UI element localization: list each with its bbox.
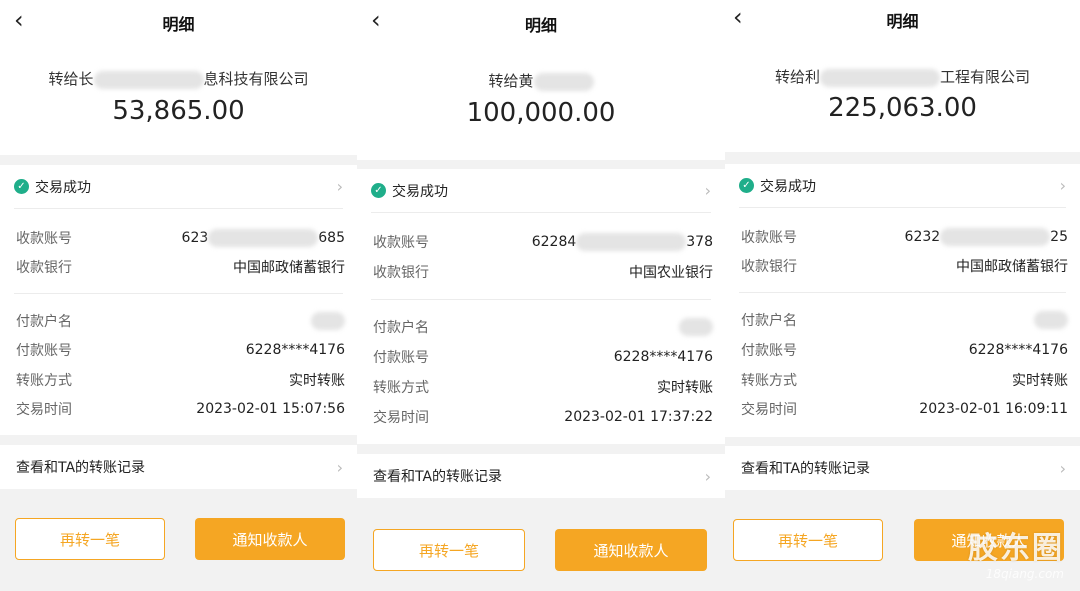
chevron-right-icon: › bbox=[1059, 176, 1066, 195]
page-title: 明细 bbox=[162, 15, 195, 34]
transfer-amount: 225,063.00 bbox=[828, 93, 977, 123]
notify-payee-button[interactable]: 通知收款人 bbox=[555, 529, 707, 571]
summary: 转给利 工程有限公司 225,063.00 bbox=[725, 38, 1080, 152]
page-title: 明细 bbox=[886, 12, 919, 31]
divider bbox=[371, 299, 711, 300]
redacted-blur bbox=[820, 68, 940, 87]
time-row: 交易时间 2023-02-01 15:07:56 bbox=[16, 401, 345, 418]
details-card: ✓ 交易成功 › 收款账号 6232 25 收款银行 中国邮政储蓄银行 付款户名 … bbox=[725, 164, 1080, 437]
receipt-panel-2: ‹ 明细 转给黄 100,000.00 ✓ 交易成功 › 收款账号 62284 3… bbox=[357, 0, 725, 591]
header: ‹ 明细 bbox=[357, 0, 725, 42]
transfer-again-button[interactable]: 再转一笔 bbox=[733, 519, 883, 561]
redacted-blur bbox=[93, 70, 204, 89]
redacted-blur bbox=[576, 233, 687, 251]
chevron-right-icon: › bbox=[336, 457, 343, 477]
receipt-panel-3: ‹ 明细 转给利 工程有限公司 225,063.00 ✓ 交易成功 › 收款账号 … bbox=[725, 0, 1080, 591]
divider bbox=[14, 293, 343, 294]
status-row[interactable]: ✓ 交易成功 › bbox=[371, 169, 711, 213]
redacted-blur bbox=[679, 318, 713, 336]
transfer-recipient: 转给黄 bbox=[357, 70, 725, 91]
redacted-blur bbox=[533, 72, 594, 91]
payer-name-row: 付款户名 bbox=[741, 309, 1068, 331]
header: ‹ 明细 bbox=[0, 0, 357, 40]
chevron-right-icon: › bbox=[336, 177, 343, 196]
recv-account-row: 收款账号 6232 25 bbox=[741, 228, 1068, 246]
redacted-blur bbox=[940, 228, 1051, 246]
transfer-history-link[interactable]: 查看和TA的转账记录 › bbox=[0, 445, 357, 489]
transfer-history-link[interactable]: 查看和TA的转账记录 › bbox=[725, 446, 1080, 490]
recv-bank-row: 收款银行 中国邮政储蓄银行 bbox=[16, 260, 345, 276]
time-row: 交易时间 2023-02-01 16:09:11 bbox=[741, 401, 1068, 418]
transfer-recipient: 转给利 工程有限公司 bbox=[774, 68, 1031, 87]
details-card: ✓ 交易成功 › 收款账号 623 685 收款银行 中国邮政储蓄银行 付款户名 … bbox=[0, 165, 357, 435]
summary: 转给黄 100,000.00 bbox=[357, 42, 725, 160]
chevron-right-icon: › bbox=[1059, 458, 1066, 478]
method-row: 转账方式 实时转账 bbox=[16, 373, 345, 389]
chevron-right-icon: › bbox=[704, 181, 711, 200]
watermark: 胶东圈 18qiang.com bbox=[968, 531, 1064, 581]
check-circle-icon: ✓ bbox=[739, 178, 754, 193]
recv-bank-row: 收款银行 中国邮政储蓄银行 bbox=[741, 259, 1068, 275]
check-circle-icon: ✓ bbox=[14, 179, 29, 194]
header: ‹ 明细 bbox=[725, 0, 1080, 38]
status-row[interactable]: ✓ 交易成功 › bbox=[14, 165, 343, 209]
recv-bank-row: 收款银行 中国农业银行 bbox=[373, 265, 713, 281]
transfer-again-button[interactable]: 再转一笔 bbox=[373, 529, 525, 571]
payer-account-row: 付款账号 6228****4176 bbox=[741, 342, 1068, 359]
redacted-blur bbox=[208, 229, 319, 247]
payer-name-row: 付款户名 bbox=[16, 310, 345, 332]
transfer-recipient: 转给长 息科技有限公司 bbox=[48, 70, 309, 89]
status-row[interactable]: ✓ 交易成功 › bbox=[739, 164, 1066, 208]
payer-account-row: 付款账号 6228****4176 bbox=[373, 349, 713, 366]
notify-payee-button[interactable]: 通知收款人 bbox=[195, 518, 345, 560]
payer-name-row: 付款户名 bbox=[373, 316, 713, 338]
chevron-right-icon: › bbox=[704, 466, 711, 486]
transfer-amount: 100,000.00 bbox=[466, 98, 616, 128]
transfer-again-button[interactable]: 再转一笔 bbox=[15, 518, 165, 560]
check-circle-icon: ✓ bbox=[371, 183, 386, 198]
page-title: 明细 bbox=[524, 16, 557, 35]
redacted-blur bbox=[1034, 311, 1068, 329]
status-text: 交易成功 bbox=[392, 183, 448, 200]
details-card: ✓ 交易成功 › 收款账号 62284 378 收款银行 中国农业银行 付款户名 … bbox=[357, 169, 725, 444]
redacted-blur bbox=[311, 312, 345, 330]
transfer-amount: 53,865.00 bbox=[112, 96, 245, 126]
recv-account-row: 收款账号 623 685 bbox=[16, 229, 345, 247]
method-row: 转账方式 实时转账 bbox=[373, 380, 713, 396]
payer-account-row: 付款账号 6228****4176 bbox=[16, 342, 345, 359]
receipt-panel-1: ‹ 明细 转给长 息科技有限公司 53,865.00 ✓ 交易成功 › 收款账号 … bbox=[0, 0, 357, 591]
recv-account-row: 收款账号 62284 378 bbox=[373, 233, 713, 251]
transfer-history-link[interactable]: 查看和TA的转账记录 › bbox=[357, 454, 725, 498]
divider bbox=[739, 292, 1066, 293]
status-text: 交易成功 bbox=[760, 178, 816, 195]
summary: 转给长 息科技有限公司 53,865.00 bbox=[0, 40, 357, 155]
time-row: 交易时间 2023-02-01 17:37:22 bbox=[373, 409, 713, 426]
method-row: 转账方式 实时转账 bbox=[741, 373, 1068, 389]
status-text: 交易成功 bbox=[35, 179, 91, 196]
